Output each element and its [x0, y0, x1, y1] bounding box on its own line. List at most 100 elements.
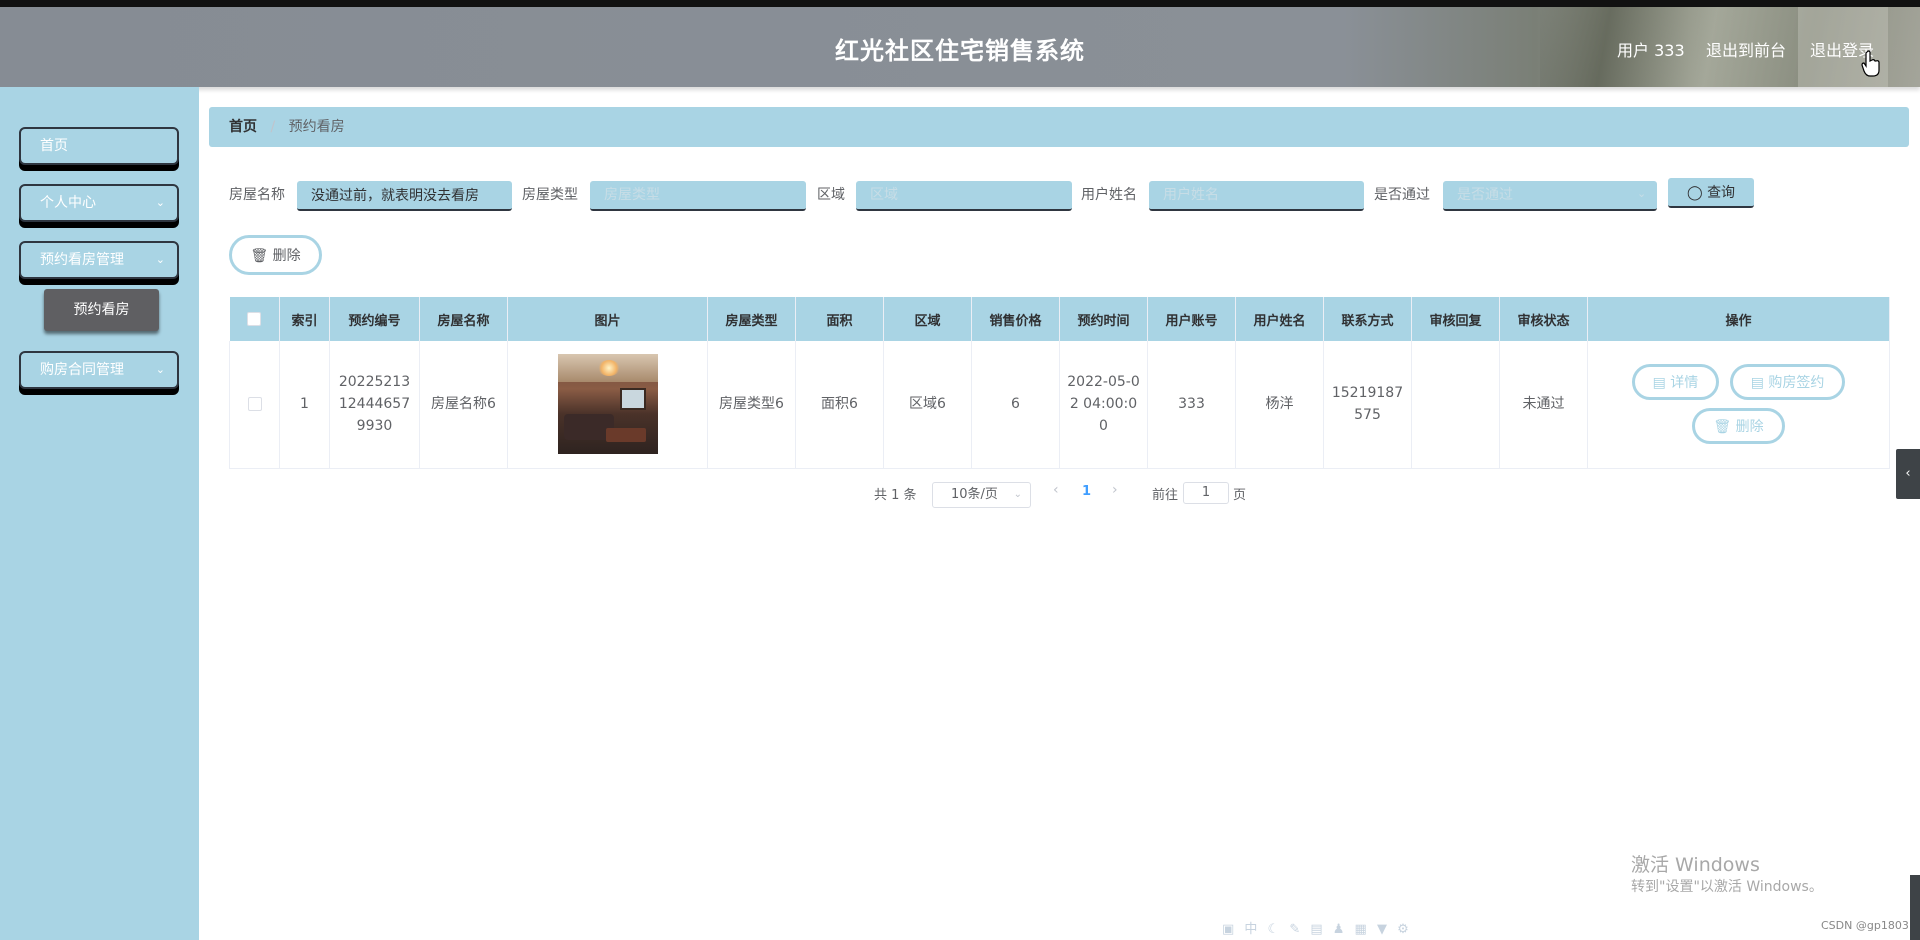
cell-region: 区域6: [883, 341, 972, 469]
photo-window: [619, 388, 646, 411]
cell-username: 杨洋: [1235, 341, 1324, 469]
prev-page-icon[interactable]: ‹: [1053, 482, 1059, 498]
column-header: 用户账号: [1147, 297, 1236, 341]
house-photo: [557, 354, 658, 455]
chevron-down-icon: ⌄: [1013, 489, 1022, 500]
search-icon: ◯: [1686, 185, 1703, 201]
cell-review-status: 未通过: [1499, 341, 1588, 469]
collapse-panel-handle[interactable]: ‹: [1896, 449, 1920, 499]
cell-image: [507, 341, 708, 469]
sidebar-item-home[interactable]: 首页: [19, 127, 179, 165]
trash-icon: 🗑: [250, 248, 269, 264]
chevron-down-icon: ⌄: [155, 196, 165, 209]
windows-activation-title: 激活 Windows: [1631, 854, 1760, 876]
cell-actions: ▤ 详情 ▤ 购房签约 🗑 删除: [1587, 341, 1890, 469]
top-strip: [0, 0, 1920, 7]
cell-house-type: 房屋类型6: [707, 341, 796, 469]
row-select-cell[interactable]: [229, 341, 280, 469]
region-input[interactable]: [856, 181, 1072, 211]
cell-index: 1: [279, 341, 330, 469]
document-icon: ▤: [1652, 375, 1666, 392]
sidebar-item-personal-center[interactable]: 个人中心 ⌄: [19, 184, 179, 222]
sidebar-item-contract-management[interactable]: 购房合同管理 ⌄: [19, 351, 179, 389]
photo-table: [605, 428, 646, 443]
page-suffix: 页: [1233, 488, 1247, 503]
row-delete-button[interactable]: 🗑 删除: [1692, 408, 1785, 445]
detail-button-label: 详情: [1670, 375, 1699, 392]
cell-booking-no: 20225213124446579930: [329, 341, 420, 469]
booking-table: 索引 预约编号 房屋名称 图片 房屋类型 面积 区域 销售价格 预约时间 用户账…: [229, 297, 1890, 469]
house-type-input[interactable]: [590, 181, 806, 211]
batch-delete-label: 删除: [272, 248, 301, 264]
csdn-credit: CSDN @gp1803: [1821, 919, 1909, 932]
region-label: 区域: [817, 187, 845, 203]
chevron-down-icon: ⌄: [155, 253, 165, 266]
sidebar-item-label: 首页: [40, 138, 68, 154]
row-checkbox[interactable]: [247, 397, 262, 412]
house-type-label: 房屋类型: [522, 187, 578, 203]
goto-page-input[interactable]: 1: [1183, 482, 1229, 504]
windows-activation-hint: 转到"设置"以激活 Windows。: [1631, 879, 1823, 895]
column-header: 操作: [1587, 297, 1890, 341]
chevron-left-icon: ‹: [1905, 466, 1911, 481]
column-header: 区域: [883, 297, 972, 341]
scrollbar-stub[interactable]: [1910, 875, 1920, 940]
query-button[interactable]: ◯ 查询: [1668, 178, 1754, 208]
house-name-label: 房屋名称: [229, 187, 285, 203]
hand-cursor-icon: [1861, 50, 1880, 77]
username-label: 用户姓名: [1081, 187, 1137, 203]
cell-booking-time: 2022-05-02 04:00:00: [1059, 341, 1148, 469]
column-header: 索引: [279, 297, 330, 341]
batch-delete-button[interactable]: 🗑 删除: [229, 235, 322, 275]
sidebar: 首页 个人中心 ⌄ 预约看房管理 ⌄ 预约看房 购房合同管理 ⌄: [0, 87, 199, 940]
current-user-label: 用户 333: [1617, 41, 1685, 60]
contract-button[interactable]: ▤ 购房签约: [1729, 364, 1846, 401]
select-all-checkbox[interactable]: [247, 312, 262, 326]
app-header: 红光社区住宅销售系统 用户 333 退出到前台 退出登录: [0, 7, 1920, 87]
column-header: 房屋名称: [419, 297, 508, 341]
cell-account: 333: [1147, 341, 1236, 469]
column-header: 用户姓名: [1235, 297, 1324, 341]
passed-label: 是否通过: [1374, 187, 1430, 203]
row-delete-label: 删除: [1735, 419, 1764, 436]
page-size-value: 10条/页: [951, 487, 998, 502]
cell-review-reply: [1411, 341, 1500, 469]
table-header-row: 索引 预约编号 房屋名称 图片 房屋类型 面积 区域 销售价格 预约时间 用户账…: [229, 297, 1890, 341]
current-page-number[interactable]: 1: [1082, 484, 1091, 499]
select-all-cell[interactable]: [229, 297, 280, 341]
breadcrumb: 首页 / 预约看房: [209, 107, 1909, 147]
sidebar-item-label: 购房合同管理: [40, 362, 124, 378]
cell-house-name: 房屋名称6: [419, 341, 508, 469]
goto-label: 前往: [1152, 488, 1179, 503]
column-header: 面积: [795, 297, 884, 341]
cell-price: 6: [971, 341, 1060, 469]
page-size-select[interactable]: 10条/页 ⌄: [932, 482, 1031, 508]
next-page-icon[interactable]: ›: [1112, 482, 1118, 498]
document-icon: ▤: [1750, 375, 1764, 392]
exit-to-front-link[interactable]: 退出到前台: [1706, 37, 1786, 61]
column-header: 销售价格: [971, 297, 1060, 341]
column-header: 审核状态: [1499, 297, 1588, 341]
username-input[interactable]: [1149, 181, 1364, 211]
sidebar-subitem-booking[interactable]: 预约看房: [44, 289, 159, 331]
ime-toolbar: ▣ 中 ☾ ✎ ▤ ♟ ▦ ▼ ⚙: [1222, 922, 1412, 937]
house-name-input[interactable]: [297, 181, 512, 211]
column-header: 图片: [507, 297, 708, 341]
cell-phone: 15219187575: [1323, 341, 1412, 469]
column-header: 联系方式: [1323, 297, 1412, 341]
pagination-total: 共 1 条: [874, 488, 917, 503]
trash-icon: 🗑: [1713, 419, 1732, 436]
cell-area-size: 面积6: [795, 341, 884, 469]
sidebar-item-booking-management[interactable]: 预约看房管理 ⌄: [19, 241, 179, 279]
column-header: 房屋类型: [707, 297, 796, 341]
detail-button[interactable]: ▤ 详情: [1631, 364, 1720, 401]
column-header: 预约编号: [329, 297, 420, 341]
breadcrumb-separator: /: [270, 119, 276, 135]
sidebar-item-label: 预约看房管理: [40, 252, 124, 268]
passed-select[interactable]: [1443, 181, 1657, 211]
table-row: 1 20225213124446579930 房屋名称6 房屋类型6 面积6 区…: [229, 341, 1890, 469]
breadcrumb-current: 预约看房: [288, 119, 345, 135]
breadcrumb-home[interactable]: 首页: [229, 119, 257, 135]
query-button-label: 查询: [1707, 185, 1736, 201]
column-header: 预约时间: [1059, 297, 1148, 341]
